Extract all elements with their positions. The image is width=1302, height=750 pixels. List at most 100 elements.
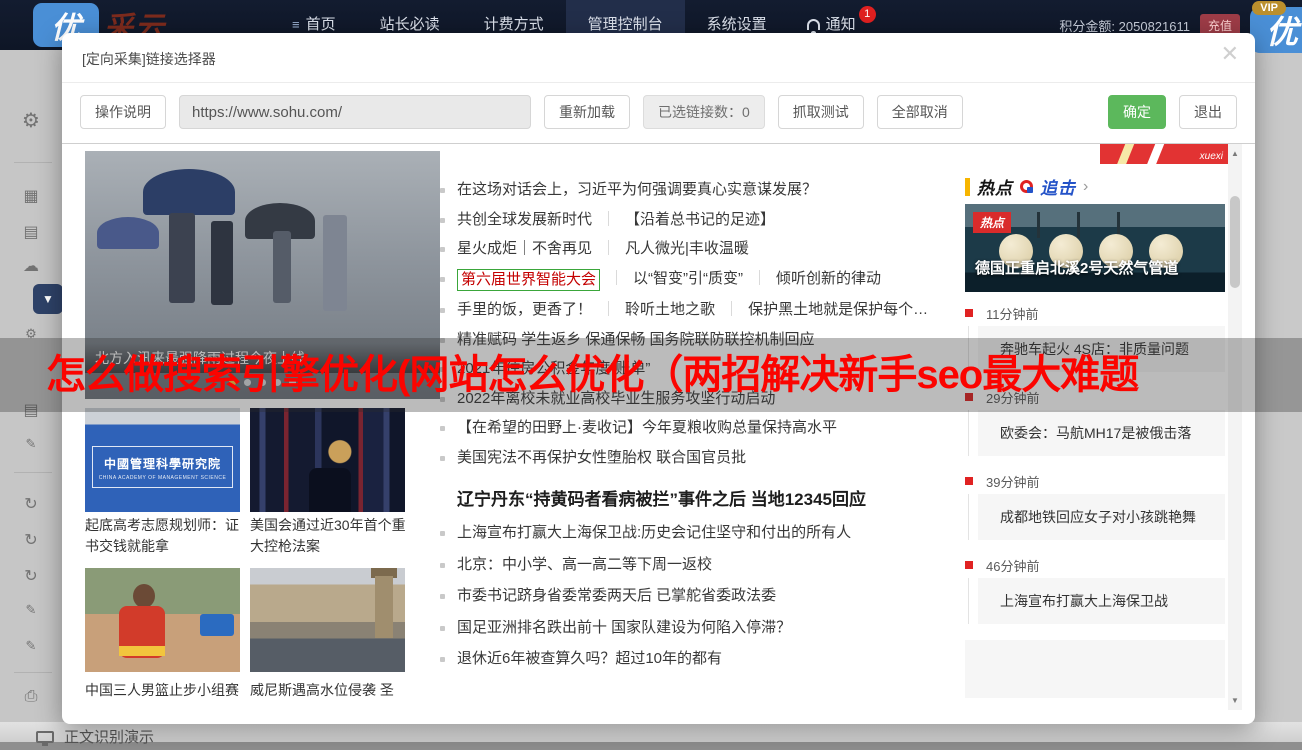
headline-item[interactable]: 市委书记跻身省委常委两天后 已掌舵省委政法委 [440,586,968,607]
exit-button[interactable]: 退出 [1179,95,1237,129]
help-button[interactable]: 操作说明 [80,95,166,129]
chart-icon[interactable]: ▦ [0,186,62,206]
timeline-time: 39分钟前 [986,472,1039,491]
vip-badge: VIP [1252,1,1286,15]
separator: ｜ [601,239,616,260]
person-shape [169,213,195,303]
edit-icon[interactable]: ✎ [0,602,62,618]
venice-image [250,568,405,672]
selected-links-count: 已选链接数：0 [643,95,765,129]
confirm-button[interactable]: 确定 [1108,95,1166,129]
timeline-dot [965,477,973,485]
headline-item[interactable]: 【在希望的田野上·麦收记】今年夏粮收购总量保持高水平 [440,418,968,439]
scroll-down-arrow[interactable]: ▼ [1228,696,1242,705]
bullet-icon [440,594,445,599]
chevron-right-icon: › [1083,178,1088,196]
timeline-news-card[interactable]: 上海宣布打赢大上海保卫战 [978,578,1225,624]
photo-card-venice[interactable] [250,568,405,672]
headline-item[interactable]: 国足亚洲排名跌出前十 国家队建设为何陷入停滞？ [440,618,968,639]
overlay-headline-text: 怎么做搜索引擎优化(网站怎么优化（两招解决新手seo最大难题 [46,338,1138,412]
timeline-empty-card [965,640,1225,698]
photo-card-academy[interactable]: 中國管理科學研究院 CHINA ACADEMY OF MANAGEMENT SC… [85,408,240,512]
monitor-icon [36,731,54,743]
bullet-icon [440,531,445,536]
tower-shape [375,576,393,638]
photo-caption[interactable]: 中国三人男篮止步小组赛 [85,680,243,701]
headline-list: 在这场对话会上，习近平为何强调要真心实意谋发展？ 共创全球发展新时代｜【沿着总书… [440,180,968,681]
bullet-icon [440,626,445,631]
bullet-icon [440,308,445,313]
timeline-time: 46分钟前 [986,556,1039,575]
timeline-news-card[interactable]: 成都地铁回应女子对小孩跳艳舞 [978,494,1225,540]
watermark-band: 怎么做搜索引擎优化(网站怎么优化（两招解决新手seo最大难题 [0,338,1302,412]
headline-item[interactable]: 退休近6年被查算久吗？超过10年的都有 [440,649,968,670]
sync-icon[interactable]: ↻ [0,494,62,514]
mast-shape [1077,212,1080,238]
promo-banner[interactable]: xuexi [1100,143,1228,164]
headline-item[interactable]: 上海宣布打赢大上海保卫战:历史会记住坚守和付出的所有人 [440,523,968,544]
selected-link-highlight[interactable]: 第六届世界智能大会 [457,269,600,292]
player-head-shape [133,584,155,608]
close-icon[interactable]: ✕ [1221,41,1239,67]
sync-icon[interactable]: ↻ [0,566,62,586]
cancel-all-button[interactable]: 全部取消 [877,95,963,129]
headline-item[interactable]: 在这场对话会上，习近平为何强调要真心实意谋发展？ [440,180,968,201]
bell-icon [807,19,820,30]
modal-toolbar: 操作说明 重新加载 已选链接数：0 抓取测试 全部取消 确定 退出 [80,94,1237,130]
sidebar-divider [14,472,52,473]
sidebar-item-content-recognition-demo[interactable]: 正文识别演示 [36,726,154,747]
grab-test-button[interactable]: 抓取测试 [778,95,864,129]
biden-image [250,408,405,512]
jersey-trim-shape [119,646,165,656]
separator: ｜ [609,269,624,290]
bullet-icon [440,563,445,568]
scrollbar-thumb[interactable] [1230,196,1240,288]
banner-stroke [1116,143,1138,164]
separator: ｜ [724,300,739,321]
headline-item[interactable]: 手里的饭，更香了！｜聆听土地之歌｜保护黑土地就是保护每个… [440,300,968,321]
settings-gear-icon[interactable]: ⚙ [0,108,62,133]
points-balance: 积分金额: 2050821611 [1059,16,1190,35]
edit-icon[interactable]: ✎ [0,638,62,654]
page-bottom-bar [0,742,1302,750]
photo-card-biden[interactable] [250,408,405,512]
person-shape [211,221,233,305]
scroll-up-arrow[interactable]: ▲ [1228,149,1242,158]
headline-item[interactable]: 星火成炬｜不舍再见｜凡人微光|丰收温暖 [440,239,968,260]
photo-caption[interactable]: 美国会通过近30年首个重大控枪法案 [250,515,408,557]
edit-icon[interactable]: ✎ [0,436,62,452]
printer-icon[interactable]: ⎙ [0,688,62,706]
mast-shape [1037,212,1040,238]
timeline-time: 11分钟前 [986,304,1039,323]
hot-pursuit-header[interactable]: 热点 追击 › [965,174,1088,199]
timeline-news-card[interactable]: 欧委会：马航MH17是被俄击落 [978,410,1225,456]
headline-item[interactable]: 北京：中小学、高一高二等下周一返校 [440,555,968,576]
headline-item-highlighted[interactable]: 第六届世界智能大会｜以“智变”引“质变”｜倾听创新的律动 [440,269,968,292]
headline-item-featured[interactable]: 辽宁丹东“持黄码者看病被拦”事件之后 当地12345回应 [457,485,968,510]
cloud-upload-icon[interactable]: ☁ [0,256,62,276]
photo-card-basketball[interactable] [85,568,240,672]
separator: ｜ [601,210,616,231]
photo-caption[interactable]: 起底高考志愿规划师：证书交钱就能拿 [85,515,243,557]
sync-icon[interactable]: ↻ [0,530,62,550]
url-input[interactable] [179,95,531,129]
basketball-image [85,568,240,672]
headline-item[interactable]: 共创全球发展新时代｜【沿着总书记的足迹】 [440,210,968,231]
academy-sign-image: 中國管理科學研究院 CHINA ACADEMY OF MANAGEMENT SC… [85,408,240,512]
suit-shape [309,468,351,512]
bullet-icon [440,277,445,282]
bullet-icon [440,657,445,662]
person-shape [273,231,291,303]
bullet-icon [440,188,445,193]
target-icon [1020,180,1033,193]
headline-item[interactable]: 美国宪法不再保护女性堕胎权 联合国官员批 [440,448,968,469]
timeline-item: 46分钟前 上海宣布打赢大上海保卫战 [965,556,1225,624]
list-icon[interactable]: ▤ [0,222,62,242]
photo-caption[interactable]: 威尼斯遇高水位侵袭 圣 [250,680,408,701]
reload-button[interactable]: 重新加载 [544,95,630,129]
hot-news-card[interactable]: 热点 德国正重启北溪2号天然气管道 [965,204,1225,292]
accent-bar [965,178,970,196]
umbrella-shape [97,217,159,249]
separator: ｜ [752,269,767,290]
filter-icon[interactable]: ▼ [33,284,63,314]
